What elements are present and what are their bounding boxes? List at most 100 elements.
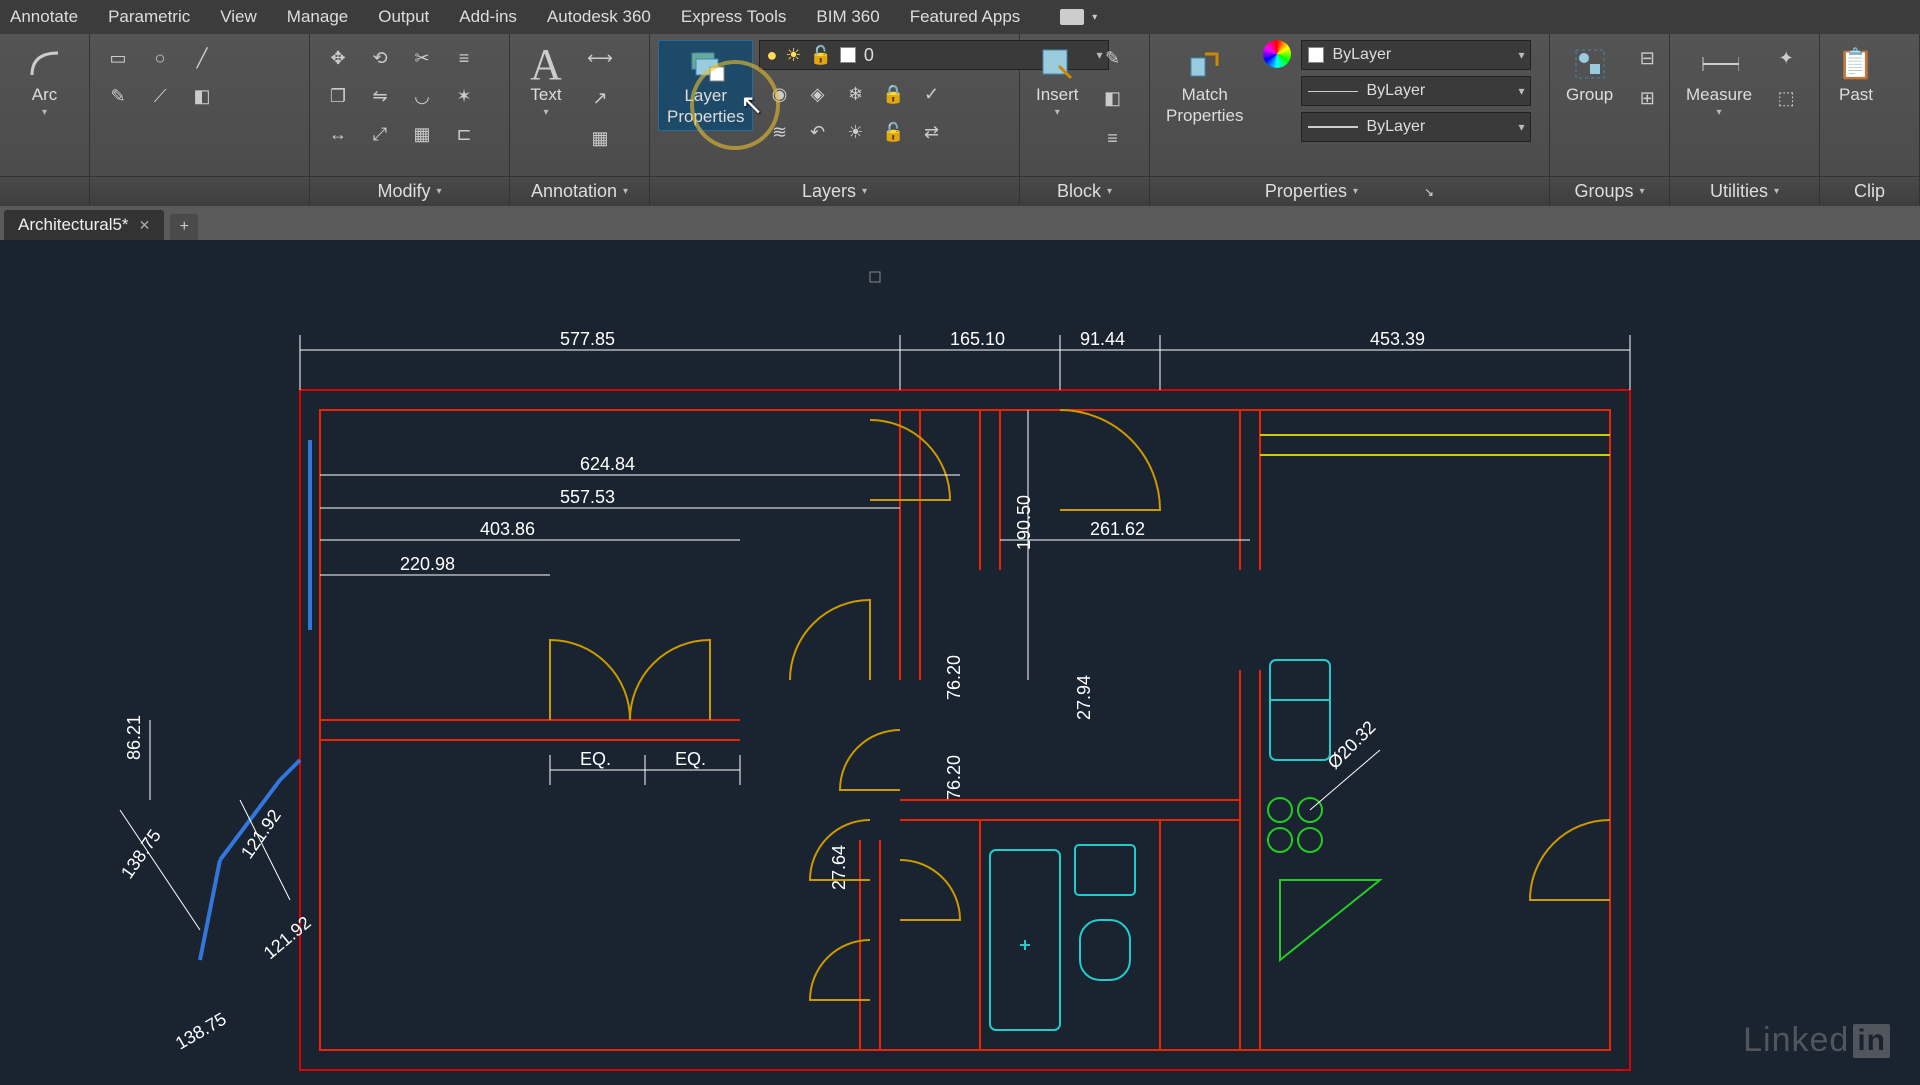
menu-output[interactable]: Output [378, 7, 429, 27]
document-tab[interactable]: Architectural5* ✕ [4, 210, 164, 240]
ungroup-icon[interactable]: ⊟ [1627, 40, 1667, 76]
svg-text:165.10: 165.10 [950, 329, 1005, 349]
panel-title-annotation[interactable]: Annotation▾ [510, 176, 649, 206]
leader-icon[interactable]: ↗ [580, 80, 620, 116]
edit-block-icon[interactable]: ✎ [1093, 40, 1133, 76]
text-icon: A [526, 44, 566, 84]
insert-label: Insert [1036, 86, 1079, 105]
lineweight-dropdown[interactable]: ByLayer▾ [1301, 76, 1531, 106]
color-control-icon[interactable] [1263, 40, 1291, 68]
svg-text:220.98: 220.98 [400, 554, 455, 574]
explode-icon[interactable]: ✶ [444, 78, 484, 114]
svg-text:261.62: 261.62 [1090, 519, 1145, 539]
menu-parametric[interactable]: Parametric [108, 7, 190, 27]
panel-title-block[interactable]: Block▾ [1020, 176, 1149, 206]
svg-text:76.20: 76.20 [944, 755, 964, 800]
rotate-icon[interactable]: ⟲ [360, 40, 400, 76]
panel-title-layers[interactable]: Layers▾ [650, 176, 1019, 206]
color-dropdown[interactable]: ByLayer▾ [1301, 40, 1531, 70]
group-button[interactable]: Group [1558, 40, 1621, 109]
layer-properties-button[interactable]: Layer Properties [658, 40, 753, 131]
polyline-icon[interactable]: ⟋ [140, 78, 180, 114]
document-tab-label: Architectural5* [18, 215, 129, 235]
text-button[interactable]: A Text ▾ [518, 40, 574, 122]
menu-view[interactable]: View [220, 7, 257, 27]
create-block-icon[interactable]: ◧ [1093, 80, 1133, 116]
paste-button[interactable]: 📋 Past [1828, 40, 1884, 109]
layer-make-current-icon[interactable]: ✓ [911, 76, 951, 112]
svg-text:577.85: 577.85 [560, 329, 615, 349]
panel-title-properties[interactable]: Properties▾↘ [1150, 176, 1549, 206]
layer-lock-icon[interactable]: 🔒 [873, 76, 913, 112]
menu-manage[interactable]: Manage [287, 7, 348, 27]
new-tab-button[interactable]: + [170, 214, 198, 240]
video-icon[interactable] [1060, 9, 1084, 25]
sun-icon: ☀ [785, 45, 801, 66]
drawing-canvas[interactable]: 577.85 165.10 91.44 453.39 [0, 240, 1920, 1080]
text-label: Text [530, 86, 561, 105]
paste-icon: 📋 [1836, 44, 1876, 84]
layer-freeze-icon[interactable]: ❄ [835, 76, 875, 112]
menu-bar: Annotate Parametric View Manage Output A… [0, 0, 1920, 34]
panel-title-utilities[interactable]: Utilities▾ [1670, 176, 1819, 206]
panel-title-modify[interactable]: Modify▾ [310, 176, 509, 206]
svg-text:EQ.: EQ. [675, 749, 706, 769]
document-tab-strip: Architectural5* ✕ + [0, 206, 1920, 240]
measure-label: Measure [1686, 86, 1752, 105]
select-icon[interactable]: ⬚ [1766, 80, 1806, 116]
video-dropdown-icon[interactable]: ▾ [1092, 12, 1097, 23]
eraser-icon[interactable]: ✎ [98, 78, 138, 114]
layer-properties-icon [686, 45, 726, 85]
menu-annotate[interactable]: Annotate [10, 7, 78, 27]
layer-off-icon[interactable]: ◉ [759, 76, 799, 112]
layer-previous-icon[interactable]: ↶ [797, 114, 837, 150]
current-layer-name: 0 [864, 45, 874, 66]
menu-bim360[interactable]: BIM 360 [816, 7, 879, 27]
svg-text:121.92: 121.92 [237, 806, 285, 863]
layer-color-swatch [840, 47, 856, 63]
circle-icon[interactable]: ○ [140, 40, 180, 76]
measure-button[interactable]: Measure ▾ [1678, 40, 1760, 122]
arc-button[interactable]: Arc ▾ [17, 40, 73, 122]
scale-icon[interactable]: ⤢ [360, 116, 400, 152]
lock-icon: 🔓 [810, 45, 832, 66]
table-icon[interactable]: ▦ [580, 120, 620, 156]
match-properties-button[interactable]: Match Properties [1158, 40, 1251, 129]
layer-thaw-icon[interactable]: ☀ [835, 114, 875, 150]
group-edit-icon[interactable]: ⊞ [1627, 80, 1667, 116]
linetype-dropdown[interactable]: ByLayer▾ [1301, 112, 1531, 142]
draw-tools-grid: ▭ ○ ╱ ✎ ⟋ ◧ [98, 40, 222, 114]
close-tab-icon[interactable]: ✕ [139, 217, 151, 234]
array-icon[interactable]: ▦ [402, 116, 442, 152]
layer-isolate-icon[interactable]: ◈ [797, 76, 837, 112]
line-icon[interactable]: ╱ [182, 40, 222, 76]
rectangle-icon[interactable]: ▭ [98, 40, 138, 76]
dimension-icon[interactable]: ⟷ [580, 40, 620, 76]
point-icon[interactable]: ✦ [1766, 40, 1806, 76]
menu-expresstools[interactable]: Express Tools [681, 7, 787, 27]
panel-title-groups[interactable]: Groups▾ [1550, 176, 1669, 206]
trim-icon[interactable]: ✂ [402, 40, 442, 76]
panel-title-clip[interactable]: Clip [1820, 176, 1919, 206]
draworder-icon[interactable]: ≡ [444, 40, 484, 76]
measure-icon [1699, 44, 1739, 84]
offset-icon[interactable]: ⊏ [444, 116, 484, 152]
fillet-icon[interactable]: ◡ [402, 78, 442, 114]
layer-unlock-icon[interactable]: 🔓 [873, 114, 913, 150]
layer-match-icon[interactable]: ≋ [759, 114, 799, 150]
block-attr-icon[interactable]: ≡ [1093, 120, 1133, 156]
mirror-icon[interactable]: ⇋ [360, 78, 400, 114]
copy-icon[interactable]: ❐ [318, 78, 358, 114]
box-icon[interactable]: ◧ [182, 78, 222, 114]
menu-addins[interactable]: Add-ins [459, 7, 517, 27]
layer-change-icon[interactable]: ⇄ [911, 114, 951, 150]
svg-text:190.50: 190.50 [1014, 495, 1034, 550]
menu-autodesk360[interactable]: Autodesk 360 [547, 7, 651, 27]
move-icon[interactable]: ✥ [318, 40, 358, 76]
match-label-2: Properties [1166, 107, 1243, 126]
svg-text:91.44: 91.44 [1080, 329, 1125, 349]
insert-button[interactable]: Insert ▾ [1028, 40, 1087, 122]
menu-featuredapps[interactable]: Featured Apps [910, 7, 1021, 27]
arc-label: Arc [32, 86, 58, 105]
stretch-icon[interactable]: ↔ [318, 116, 358, 152]
